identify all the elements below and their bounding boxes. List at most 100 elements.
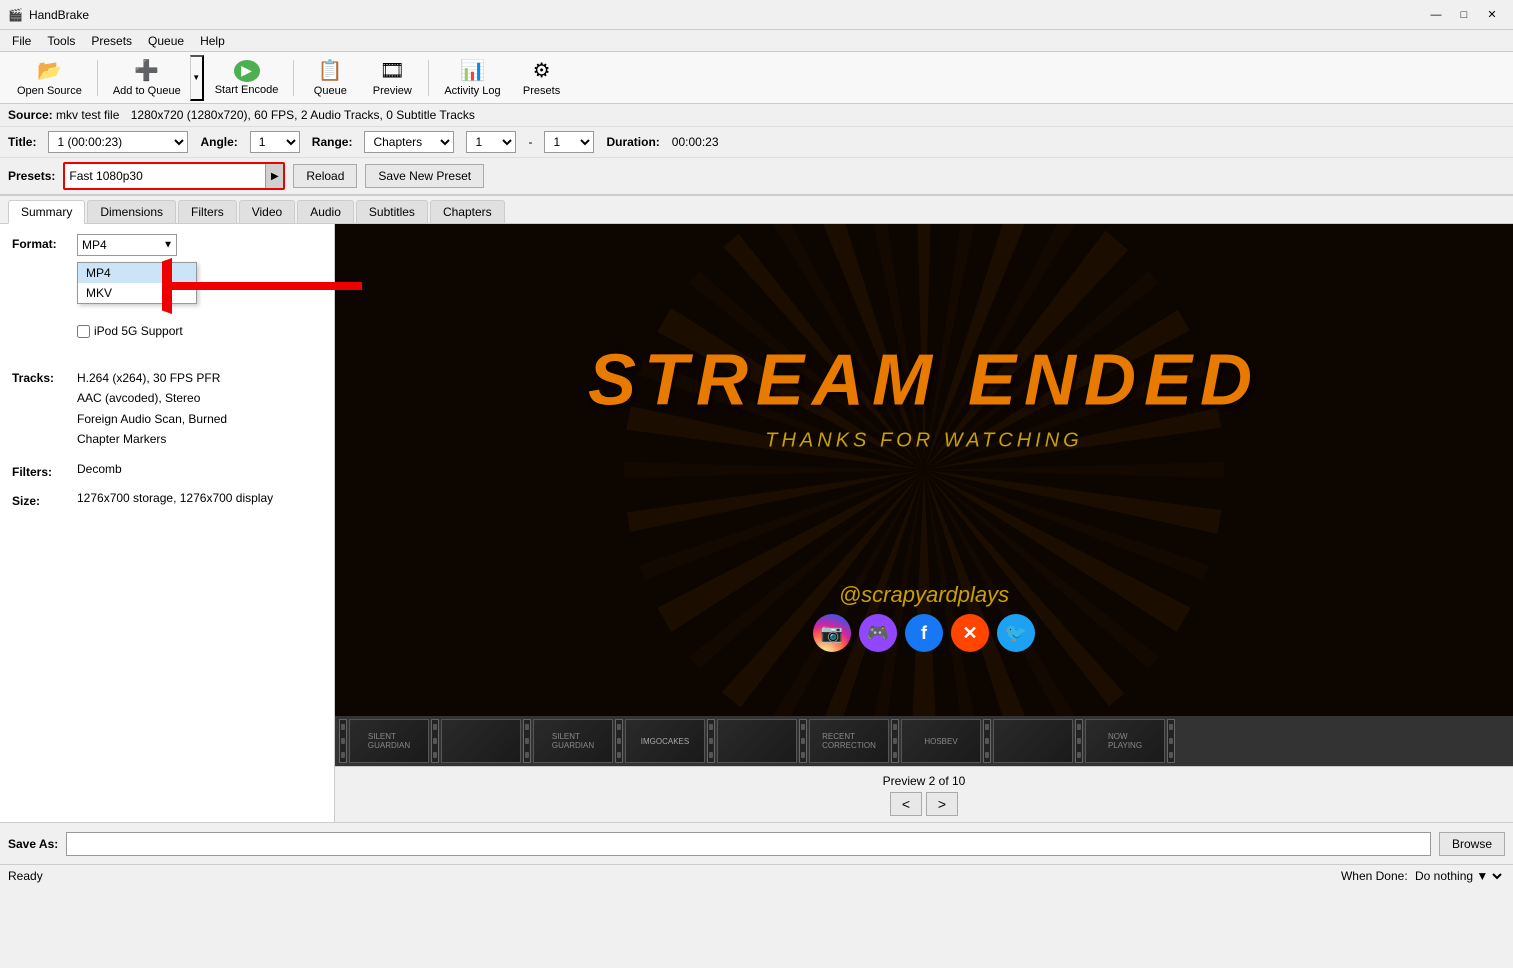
track-2: AAC (avcoded), Stereo bbox=[77, 388, 322, 408]
x-icon: ✕ bbox=[951, 614, 989, 652]
twitter-icon: 🐦 bbox=[997, 614, 1035, 652]
tab-audio[interactable]: Audio bbox=[297, 200, 354, 223]
right-panel: STREAM ENDED THANKS FOR WATCHING @scrapy… bbox=[335, 224, 1513, 822]
minimize-button[interactable]: — bbox=[1423, 5, 1449, 25]
tab-filters[interactable]: Filters bbox=[178, 200, 237, 223]
reload-button[interactable]: Reload bbox=[293, 164, 357, 188]
presets-icon: ⚙ bbox=[533, 58, 551, 83]
ipod-support-checkbox[interactable] bbox=[77, 325, 90, 338]
add-to-queue-button[interactable]: ➕ Add to Queue bbox=[104, 55, 190, 101]
title-select[interactable]: 1 (00:00:23) bbox=[48, 131, 188, 153]
film-marker-10 bbox=[1167, 719, 1175, 763]
tracks-label: Tracks: bbox=[12, 368, 77, 385]
film-frame-2[interactable] bbox=[441, 719, 521, 763]
film-frame-4[interactable]: IMGOCAKES bbox=[625, 719, 705, 763]
format-row: Format: MP4 MKV ▼ MP4 MKV iPod bbox=[12, 234, 322, 338]
duration-label: Duration: bbox=[606, 135, 659, 149]
menu-bar: File Tools Presets Queue Help bbox=[0, 30, 1513, 52]
status-bar: Ready When Done: Do nothing ▼ bbox=[0, 864, 1513, 886]
film-frame-5[interactable] bbox=[717, 719, 797, 763]
angle-select[interactable]: 1 bbox=[250, 131, 300, 153]
tab-video[interactable]: Video bbox=[239, 200, 295, 223]
range-type-select[interactable]: Chapters bbox=[364, 131, 454, 153]
tracks-info: H.264 (x264), 30 FPS PFR AAC (avcoded), … bbox=[77, 368, 322, 450]
play-icon: ▶ bbox=[234, 60, 260, 82]
track-1: H.264 (x264), 30 FPS PFR bbox=[77, 368, 322, 388]
start-encode-button[interactable]: ▶ Start Encode bbox=[206, 55, 288, 101]
save-path-input[interactable] bbox=[66, 832, 1431, 856]
toolbar-separator-2 bbox=[293, 60, 294, 96]
save-bar: Save As: Browse bbox=[0, 822, 1513, 864]
when-done-info: When Done: Do nothing ▼ bbox=[1341, 867, 1505, 885]
when-done-label: When Done: bbox=[1341, 869, 1408, 883]
filters-row: Filters: Decomb bbox=[12, 462, 322, 479]
add-to-queue-dropdown-button[interactable]: ▼ bbox=[190, 55, 204, 101]
add-to-queue-icon: ➕ bbox=[134, 58, 159, 83]
app-icon: 🎬 bbox=[8, 8, 23, 22]
ipod-support-label: iPod 5G Support bbox=[94, 324, 183, 338]
range-separator: - bbox=[528, 135, 532, 149]
size-value: 1276x700 storage, 1276x700 display bbox=[77, 491, 322, 505]
toolbar: 📂 Open Source ➕ Add to Queue ▼ ▶ Start E… bbox=[0, 52, 1513, 104]
presets-bar-label: Presets: bbox=[8, 169, 55, 183]
film-frame-7[interactable]: HOSBEV bbox=[901, 719, 981, 763]
format-select-wrapper: MP4 MKV ▼ bbox=[77, 234, 177, 256]
controls-bar: Title: 1 (00:00:23) Angle: 1 Range: Chap… bbox=[0, 127, 1513, 158]
title-bar: 🎬 HandBrake — □ ✕ bbox=[0, 0, 1513, 30]
size-label: Size: bbox=[12, 491, 77, 508]
open-source-icon: 📂 bbox=[37, 58, 62, 83]
format-select[interactable]: MP4 MKV bbox=[77, 234, 177, 256]
stream-ended-overlay: STREAM ENDED THANKS FOR WATCHING bbox=[588, 340, 1260, 453]
add-to-queue-group: ➕ Add to Queue ▼ bbox=[104, 55, 204, 101]
when-done-select[interactable]: Do nothing ▼ bbox=[1411, 867, 1505, 885]
menu-help[interactable]: Help bbox=[192, 32, 233, 50]
film-frame-1[interactable]: SILENTGUARDIAN bbox=[349, 719, 429, 763]
film-frame-6[interactable]: RECENTCORRECTION bbox=[809, 719, 889, 763]
social-icons: 📷 🎮 f ✕ 🐦 bbox=[813, 614, 1035, 652]
film-marker-1 bbox=[339, 719, 347, 763]
presets-button[interactable]: ⚙ Presets bbox=[512, 55, 572, 101]
menu-file[interactable]: File bbox=[4, 32, 39, 50]
video-preview: STREAM ENDED THANKS FOR WATCHING @scrapy… bbox=[335, 224, 1513, 716]
prev-preview-button[interactable]: < bbox=[890, 792, 922, 816]
next-preview-button[interactable]: > bbox=[926, 792, 958, 816]
preset-input[interactable] bbox=[65, 164, 265, 188]
tab-summary[interactable]: Summary bbox=[8, 200, 85, 224]
film-marker-8 bbox=[983, 719, 991, 763]
tab-chapters[interactable]: Chapters bbox=[430, 200, 505, 223]
toolbar-separator-3 bbox=[428, 60, 429, 96]
open-source-button[interactable]: 📂 Open Source bbox=[8, 55, 91, 101]
source-info: 1280x720 (1280x720), 60 FPS, 2 Audio Tra… bbox=[131, 108, 475, 122]
film-frame-8[interactable] bbox=[993, 719, 1073, 763]
menu-queue[interactable]: Queue bbox=[140, 32, 192, 50]
menu-tools[interactable]: Tools bbox=[39, 32, 83, 50]
source-filename: mkv test file bbox=[56, 108, 119, 122]
film-frame-3[interactable]: SILENTGUARDIAN bbox=[533, 719, 613, 763]
thanks-text: THANKS FOR WATCHING bbox=[588, 430, 1260, 453]
film-marker-3 bbox=[523, 719, 531, 763]
preview-button[interactable]: 🎞 Preview bbox=[362, 55, 422, 101]
maximize-button[interactable]: □ bbox=[1451, 5, 1477, 25]
film-frame-9[interactable]: NOWPLAYING bbox=[1085, 719, 1165, 763]
queue-button[interactable]: 📋 Queue bbox=[300, 55, 360, 101]
film-marker-2 bbox=[431, 719, 439, 763]
tab-subtitles[interactable]: Subtitles bbox=[356, 200, 428, 223]
source-label: Source: bbox=[8, 108, 53, 122]
preset-arrow-button[interactable]: ▶ bbox=[265, 164, 283, 188]
range-from-select[interactable]: 1 bbox=[466, 131, 516, 153]
queue-icon: 📋 bbox=[318, 58, 343, 83]
tab-dimensions[interactable]: Dimensions bbox=[87, 200, 176, 223]
activity-log-button[interactable]: 📊 Activity Log bbox=[435, 55, 509, 101]
browse-button[interactable]: Browse bbox=[1439, 832, 1505, 856]
range-to-select[interactable]: 1 bbox=[544, 131, 594, 153]
source-bar: Source: mkv test file 1280x720 (1280x720… bbox=[0, 104, 1513, 127]
save-new-preset-button[interactable]: Save New Preset bbox=[365, 164, 484, 188]
track-3: Foreign Audio Scan, Burned bbox=[77, 409, 322, 429]
left-panel: Format: MP4 MKV ▼ MP4 MKV iPod bbox=[0, 224, 335, 822]
close-button[interactable]: ✕ bbox=[1479, 5, 1505, 25]
preview-controls: Preview 2 of 10 < > bbox=[335, 766, 1513, 822]
filters-label: Filters: bbox=[12, 462, 77, 479]
menu-presets[interactable]: Presets bbox=[83, 32, 140, 50]
presets-bar: Presets: ▶ Reload Save New Preset bbox=[0, 158, 1513, 196]
title-label: Title: bbox=[8, 135, 36, 149]
